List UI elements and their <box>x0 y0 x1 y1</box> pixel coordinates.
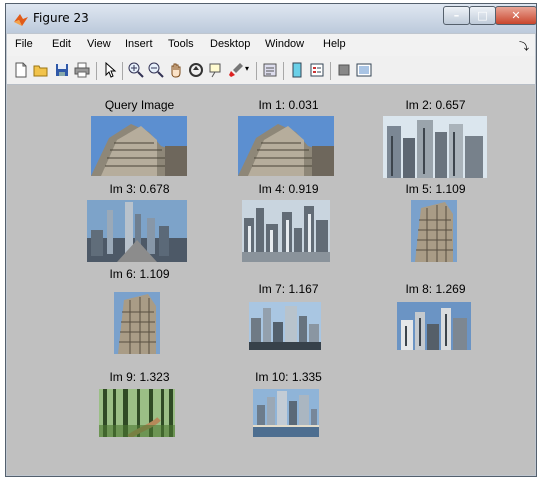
menu-bar: File Edit View Insert Tools Desktop Wind… <box>7 34 535 56</box>
im-4-title: Im 4: 0.919 <box>258 182 319 196</box>
rotate-3d-icon[interactable] <box>188 62 204 78</box>
matlab-icon <box>14 14 28 26</box>
window-title: Figure 23 <box>33 11 89 25</box>
zoom-out-icon[interactable] <box>148 62 164 78</box>
result-image-6 <box>114 292 160 354</box>
result-image-1 <box>238 116 334 176</box>
toolbar-separator <box>256 62 257 80</box>
hide-plot-tools-icon[interactable] <box>336 62 352 78</box>
close-button[interactable]: ✕ <box>495 6 537 25</box>
close-icon: ✕ <box>511 9 521 22</box>
menu-overflow-icon[interactable]: ⤵ <box>519 38 529 53</box>
toolbar-separator <box>96 62 97 80</box>
figure-window: Figure 23 – □ ✕ File Edit View Insert To… <box>5 3 537 477</box>
result-image-5 <box>411 200 457 262</box>
menu-edit[interactable]: Edit <box>52 38 71 50</box>
brush-dropdown-icon[interactable]: ▾ <box>245 64 251 80</box>
menu-tools[interactable]: Tools <box>168 38 194 50</box>
menu-desktop[interactable]: Desktop <box>210 38 250 50</box>
save-icon[interactable] <box>54 62 70 78</box>
result-image-8 <box>397 302 471 350</box>
link-plot-icon[interactable] <box>262 62 278 78</box>
toolbar-separator <box>122 62 123 80</box>
minimize-button[interactable]: – <box>443 6 470 25</box>
im-9-title: Im 9: 1.323 <box>109 370 170 384</box>
data-cursor-icon[interactable] <box>208 62 224 78</box>
menu-help[interactable]: Help <box>323 38 346 50</box>
minimize-icon: – <box>453 9 460 22</box>
im-5-title: Im 5: 1.109 <box>405 182 466 196</box>
toolbar-separator <box>330 62 331 80</box>
figure-canvas[interactable]: Query Image Im 1: 0.031 Im 2: 0.657 Im 3… <box>7 85 535 475</box>
open-file-icon[interactable] <box>33 62 49 78</box>
result-image-9 <box>99 389 175 437</box>
im-2-title: Im 2: 0.657 <box>405 98 466 112</box>
menu-view[interactable]: View <box>87 38 111 50</box>
colorbar-icon[interactable] <box>289 62 305 78</box>
pan-icon[interactable] <box>168 62 184 78</box>
result-image-2 <box>383 116 487 178</box>
result-image-7 <box>249 302 321 350</box>
im-7-title: Im 7: 1.167 <box>258 282 319 296</box>
pointer-icon[interactable] <box>102 62 118 78</box>
maximize-icon: □ <box>477 9 488 22</box>
result-image-10 <box>253 389 319 437</box>
menu-file[interactable]: File <box>15 38 33 50</box>
brush-icon[interactable] <box>228 62 244 78</box>
im-6-title: Im 6: 1.109 <box>109 267 170 281</box>
figure-toolbar: ▾ <box>7 56 535 85</box>
maximize-button[interactable]: □ <box>469 6 496 25</box>
result-image-4 <box>242 200 330 262</box>
show-plot-tools-icon[interactable] <box>356 62 372 78</box>
menu-window[interactable]: Window <box>265 38 304 50</box>
print-icon[interactable] <box>74 62 90 78</box>
im-8-title: Im 8: 1.269 <box>405 282 466 296</box>
menu-insert[interactable]: Insert <box>125 38 153 50</box>
new-figure-icon[interactable] <box>13 62 29 78</box>
legend-icon[interactable] <box>309 62 325 78</box>
im-1-title: Im 1: 0.031 <box>258 98 319 112</box>
im-10-title: Im 10: 1.335 <box>255 370 322 384</box>
zoom-in-icon[interactable] <box>128 62 144 78</box>
im-3-title: Im 3: 0.678 <box>109 182 170 196</box>
toolbar-separator <box>283 62 284 80</box>
query-image-title: Query Image <box>104 98 175 112</box>
query-image <box>91 116 187 176</box>
title-bar[interactable]: Figure 23 – □ ✕ <box>6 4 537 33</box>
result-image-3 <box>87 200 187 262</box>
